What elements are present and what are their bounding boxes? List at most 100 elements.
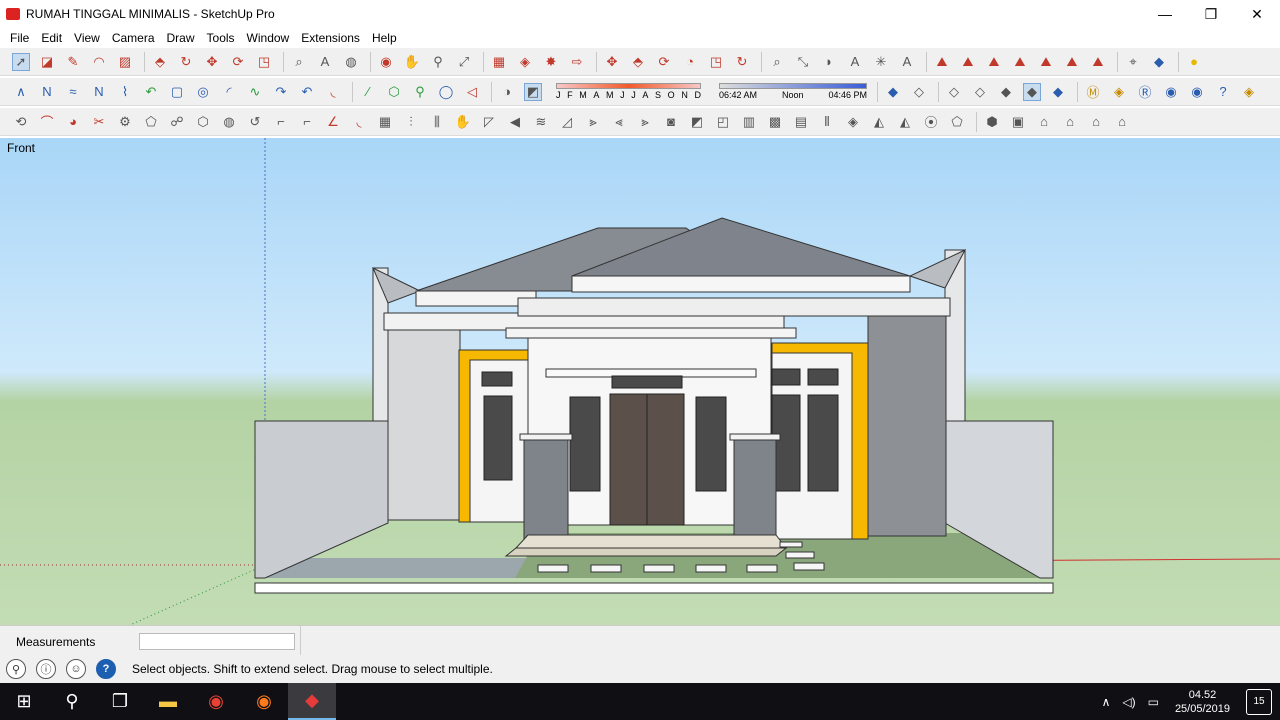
shadow-toggle-icon[interactable]: ◑ bbox=[498, 83, 516, 101]
triangle-icon[interactable]: ◁ bbox=[463, 83, 481, 101]
menu-help[interactable]: Help bbox=[366, 31, 403, 45]
chrome-icon[interactable]: ◉ bbox=[192, 683, 240, 720]
menu-camera[interactable]: Camera bbox=[106, 31, 161, 45]
menu-file[interactable]: File bbox=[4, 31, 35, 45]
sandbox-icon[interactable]: ⛰ bbox=[933, 53, 951, 71]
ext-tool-icon[interactable]: ⟲ bbox=[12, 113, 30, 131]
model-viewport[interactable]: Front bbox=[0, 138, 1280, 625]
sandbox-x-icon[interactable]: ⛰ bbox=[1063, 53, 1081, 71]
menu-extensions[interactable]: Extensions bbox=[295, 31, 366, 45]
freehand-icon[interactable]: ≈ bbox=[64, 83, 82, 101]
menu-tools[interactable]: Tools bbox=[201, 31, 241, 45]
ext-tool-icon[interactable]: ▥ bbox=[740, 113, 758, 131]
sandbox-v-icon[interactable]: ⛰ bbox=[1011, 53, 1029, 71]
geo-location-icon[interactable]: ⚲ bbox=[6, 659, 26, 679]
clock[interactable]: 04.52 25/05/2019 bbox=[1175, 688, 1230, 716]
wireframe-style-icon[interactable]: ◇ bbox=[945, 83, 963, 101]
line-green-icon[interactable]: ⁄ bbox=[359, 83, 377, 101]
help-icon[interactable]: ? bbox=[96, 659, 116, 679]
polygon-icon[interactable]: ⬡ bbox=[385, 83, 403, 101]
ext-tool-icon[interactable]: ◸ bbox=[480, 113, 498, 131]
garage-icon[interactable]: ⌂ bbox=[1113, 113, 1131, 131]
ext-tool-icon[interactable]: ⫶ bbox=[402, 113, 420, 131]
zoom-tool-icon[interactable]: ⚲ bbox=[429, 53, 447, 71]
ext-tool-icon[interactable]: ◀ bbox=[506, 113, 524, 131]
bezier-icon[interactable]: ∧ bbox=[12, 83, 30, 101]
line-tool-icon[interactable]: ✎ bbox=[64, 53, 82, 71]
close-button[interactable]: ✕ bbox=[1234, 0, 1280, 28]
ext-tool-icon[interactable]: ◰ bbox=[714, 113, 732, 131]
move-tool-icon[interactable]: ✥ bbox=[203, 53, 221, 71]
wave-icon[interactable]: ∿ bbox=[246, 83, 264, 101]
ext-tool-icon[interactable]: ⫴ bbox=[818, 113, 836, 131]
ext-tool-icon[interactable]: ≋ bbox=[532, 113, 550, 131]
plugin-br-icon[interactable]: ◉ bbox=[1188, 83, 1206, 101]
help-blue-icon[interactable]: ? bbox=[1214, 83, 1232, 101]
text-tool-icon[interactable]: A bbox=[316, 53, 334, 71]
follow-me-tool-icon[interactable]: ↻ bbox=[177, 53, 195, 71]
orbit-tool-icon[interactable]: ◉ bbox=[377, 53, 395, 71]
house-icon[interactable]: ⌂ bbox=[1035, 113, 1053, 131]
shadow-time-slider[interactable]: 06:42 AM Noon 04:46 PM bbox=[719, 83, 867, 100]
task-view-icon[interactable]: ❐ bbox=[96, 683, 144, 720]
ext-tool-icon[interactable]: ∠ bbox=[324, 113, 342, 131]
circle-icon[interactable]: ◎ bbox=[194, 83, 212, 101]
shaded-style-icon[interactable]: ◆ bbox=[997, 83, 1015, 101]
pan-tool-icon[interactable]: ✋ bbox=[403, 53, 421, 71]
sandbox-r-icon[interactable]: ⛰ bbox=[985, 53, 1003, 71]
rectangle-tool-icon[interactable]: ▨ bbox=[116, 53, 134, 71]
ext-tool-icon[interactable]: ◈ bbox=[844, 113, 862, 131]
walk-icon[interactable]: ◆ bbox=[1150, 53, 1168, 71]
month-slider-track[interactable] bbox=[556, 83, 701, 89]
ext-tool-icon[interactable]: ◩ bbox=[688, 113, 706, 131]
house-wide-icon[interactable]: ⌂ bbox=[1061, 113, 1079, 131]
hidden-line-style-icon[interactable]: ◇ bbox=[971, 83, 989, 101]
ext-tool-icon[interactable]: ⪡ bbox=[610, 113, 628, 131]
network-icon[interactable]: ▭ bbox=[1148, 695, 1159, 709]
tray-chevron-up-icon[interactable]: ∧ bbox=[1102, 695, 1111, 709]
warehouse-icon[interactable]: ▦ bbox=[490, 53, 508, 71]
menu-edit[interactable]: Edit bbox=[35, 31, 68, 45]
plugin-r-icon[interactable]: Ⓡ bbox=[1136, 83, 1154, 101]
ext-tool-icon[interactable]: ☍ bbox=[168, 113, 186, 131]
ext-tool-icon[interactable]: ⌒ bbox=[38, 113, 56, 131]
tape-icon[interactable]: ⌕ bbox=[768, 53, 786, 71]
rotate-tool-icon[interactable]: ⟳ bbox=[229, 53, 247, 71]
rotate-plus-icon[interactable]: ⟳ bbox=[655, 53, 673, 71]
ext-tool-icon[interactable]: ⌐ bbox=[298, 113, 316, 131]
arc-left-icon[interactable]: ↶ bbox=[298, 83, 316, 101]
components-icon[interactable]: ◈ bbox=[516, 53, 534, 71]
scale-tool-icon[interactable]: ◳ bbox=[255, 53, 273, 71]
plugin-m-icon[interactable]: Ⓜ bbox=[1084, 83, 1102, 101]
ellipse-icon[interactable]: ⚲ bbox=[411, 83, 429, 101]
ext-tool-icon[interactable]: ⬠ bbox=[142, 113, 160, 131]
plugin-tag-icon[interactable]: ◈ bbox=[1110, 83, 1128, 101]
ext-tool-icon[interactable]: ⬠ bbox=[948, 113, 966, 131]
shadow-month-slider[interactable]: J F M A M J J A S O N D bbox=[556, 83, 701, 100]
sketchup-taskbar-icon[interactable]: ◆ bbox=[288, 683, 336, 720]
push-icon[interactable]: ⬘ bbox=[629, 53, 647, 71]
box-icon[interactable]: ⬢ bbox=[983, 113, 1001, 131]
volume-icon[interactable]: ◁) bbox=[1122, 695, 1135, 709]
position-camera-icon[interactable]: ⌖ bbox=[1124, 53, 1142, 71]
ext-tool-icon[interactable]: ◟ bbox=[350, 113, 368, 131]
shaded-textures-style-icon[interactable]: ◆ bbox=[1023, 82, 1041, 101]
ext-tool-icon[interactable]: ▩ bbox=[766, 113, 784, 131]
monochrome-style-icon[interactable]: ◆ bbox=[1049, 83, 1067, 101]
scale-plus-icon[interactable]: ◳ bbox=[707, 53, 725, 71]
move-plus-icon[interactable]: ✥ bbox=[603, 53, 621, 71]
fog-toggle-icon[interactable]: ◩ bbox=[524, 82, 542, 101]
eraser-tool-icon[interactable]: ◪ bbox=[38, 53, 56, 71]
start-button-windows-icon[interactable]: ⊞ bbox=[0, 683, 48, 720]
time-slider-track[interactable] bbox=[719, 83, 867, 89]
ext-tool-icon[interactable]: ◭ bbox=[870, 113, 888, 131]
cube-icon[interactable]: ▣ bbox=[1009, 113, 1027, 131]
protractor-icon[interactable]: ◗ bbox=[820, 53, 838, 71]
dimension-icon[interactable]: ⤡ bbox=[794, 53, 812, 71]
sandbox-f-icon[interactable]: ⛰ bbox=[1089, 53, 1107, 71]
menu-view[interactable]: View bbox=[68, 31, 106, 45]
ext-tool-icon[interactable]: ▦ bbox=[376, 113, 394, 131]
user-account-icon[interactable]: ☺ bbox=[66, 659, 86, 679]
ext-tool-icon[interactable]: ▤ bbox=[792, 113, 810, 131]
ext-tool-icon[interactable]: ⬡ bbox=[194, 113, 212, 131]
